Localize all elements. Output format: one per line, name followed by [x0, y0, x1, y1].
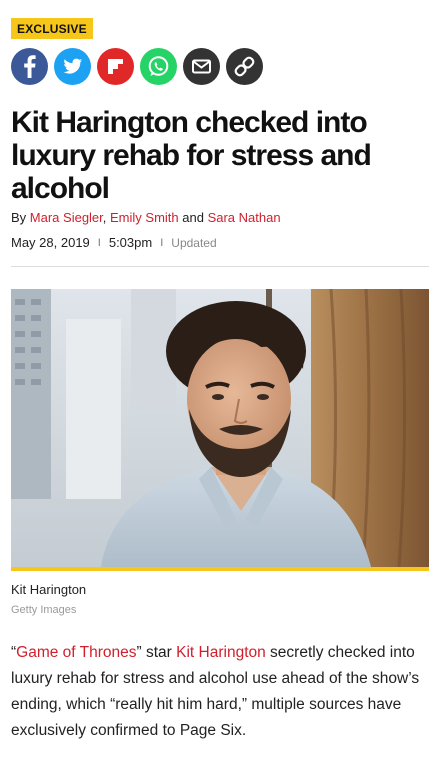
- facebook-share-button[interactable]: [11, 48, 48, 85]
- photo-caption: Kit Harington: [11, 582, 87, 597]
- email-share-button[interactable]: [183, 48, 220, 85]
- author-link-sara-nathan[interactable]: Sara Nathan: [208, 210, 281, 225]
- link-icon: [234, 56, 255, 77]
- exclusive-badge: EXCLUSIVE: [11, 18, 93, 39]
- twitter-share-button[interactable]: [54, 48, 91, 85]
- date-separator: I: [97, 236, 101, 249]
- copy-link-button[interactable]: [226, 48, 263, 85]
- dateline: May 28, 2019 I 5:03pm I Updated: [11, 235, 217, 250]
- publish-date: May 28, 2019: [11, 235, 90, 250]
- game-of-thrones-link[interactable]: Game of Thrones: [16, 644, 136, 661]
- body-text-star: star: [141, 644, 177, 661]
- publish-time: 5:03pm: [108, 235, 153, 250]
- byline-prefix: By: [11, 210, 30, 225]
- flipboard-share-button[interactable]: [97, 48, 134, 85]
- author-link-mara-siegler[interactable]: Mara Siegler: [30, 210, 103, 225]
- article-headline: Kit Harington checked into luxury rehab …: [11, 106, 372, 205]
- header-divider: [11, 266, 429, 267]
- article-photo[interactable]: [11, 289, 429, 567]
- photo-credit: Getty Images: [11, 604, 77, 616]
- kit-harington-link[interactable]: Kit Harington: [176, 644, 266, 661]
- email-icon: [192, 59, 211, 74]
- author-link-emily-smith[interactable]: Emily Smith: [110, 210, 179, 225]
- article-photo-illustration: [11, 289, 429, 567]
- whatsapp-icon: [148, 56, 169, 76]
- time-separator: I: [160, 236, 164, 249]
- twitter-icon: [63, 58, 83, 74]
- flipboard-icon: [108, 59, 123, 74]
- updated-label: Updated: [171, 235, 217, 250]
- facebook-icon: [24, 55, 36, 78]
- article-page: EXCLUSIVE Kit Harington checked into lux…: [0, 0, 440, 757]
- article-body-paragraph: “Game of Thrones” star Kit Harington sec…: [11, 640, 431, 744]
- byline: By Mara Siegler, Emily Smith and Sara Na…: [11, 210, 281, 225]
- share-bar: [11, 48, 263, 85]
- byline-separator: ,: [102, 210, 111, 225]
- byline-and: and: [178, 210, 208, 225]
- photo-accent-bar: [11, 567, 429, 571]
- whatsapp-share-button[interactable]: [140, 48, 177, 85]
